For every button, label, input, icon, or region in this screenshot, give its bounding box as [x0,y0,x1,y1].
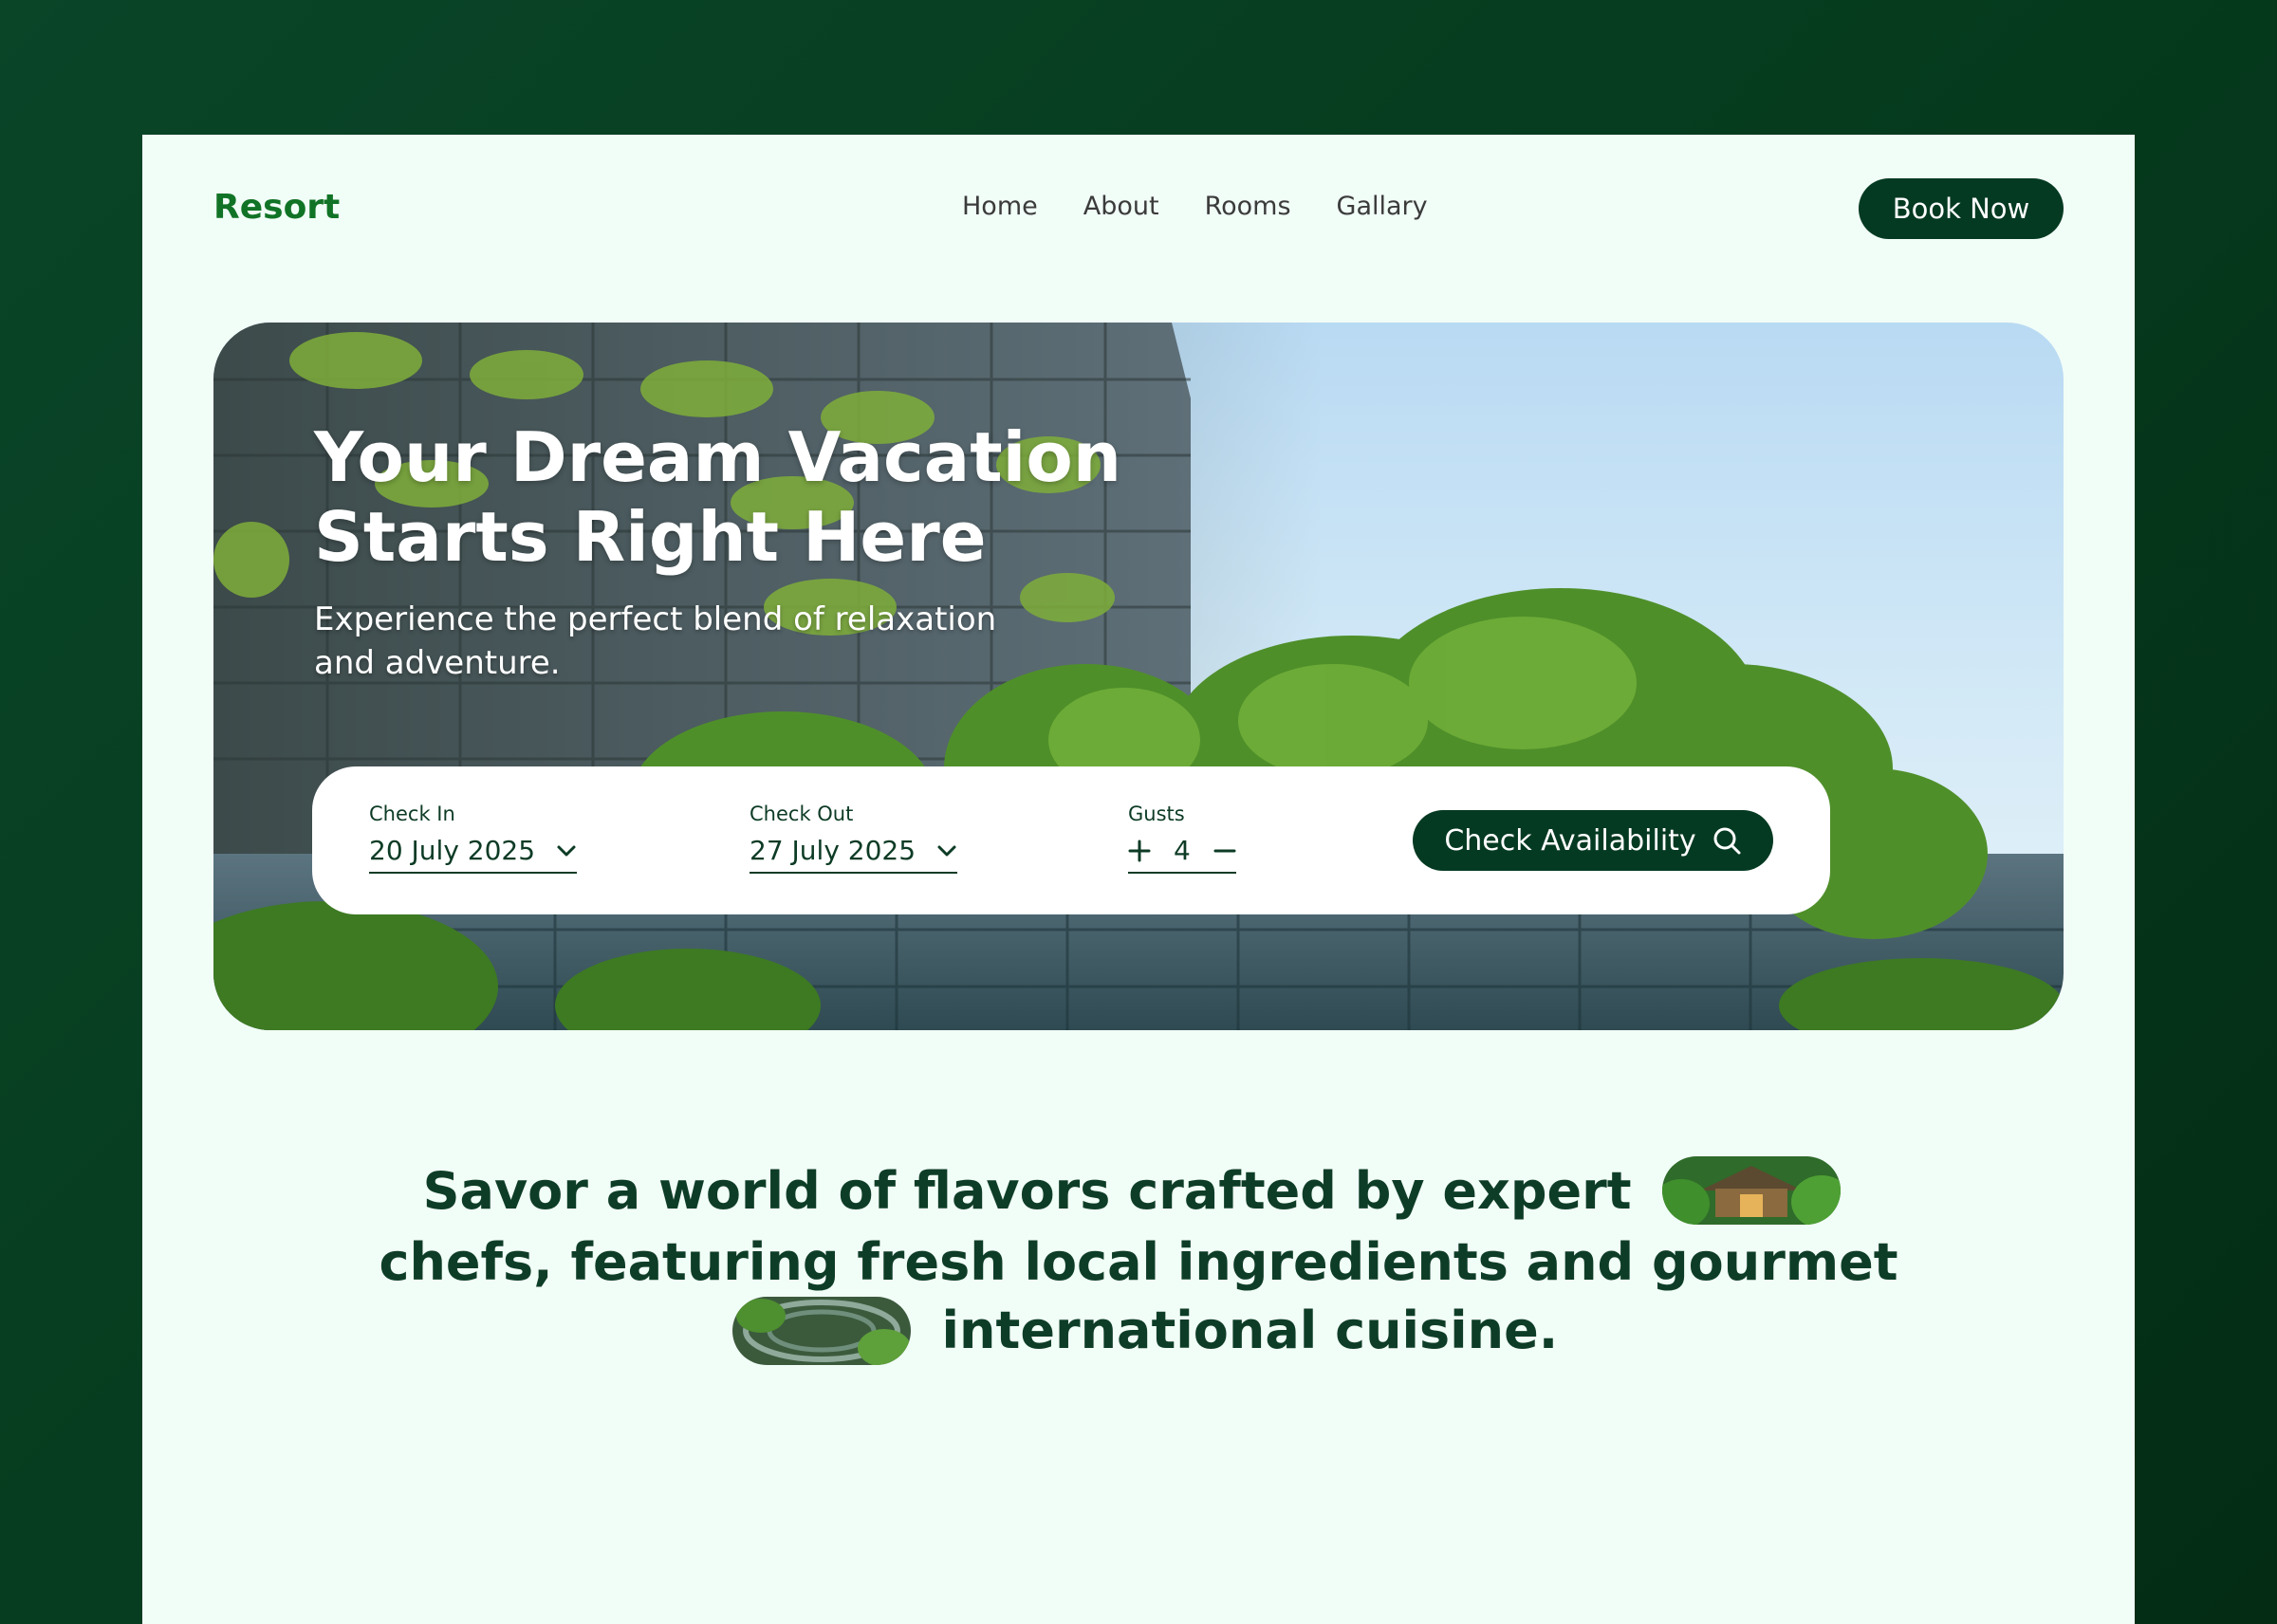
tagline-line-1: Savor a world of flavors crafted by expe… [142,1156,2135,1228]
main-nav: Home About Rooms Gallary [962,192,1428,221]
check-availability-button[interactable]: Check Availability [1413,810,1773,871]
nav-rooms[interactable]: Rooms [1205,192,1291,221]
tagline-text-3: international cuisine. [941,1301,1559,1361]
guests-value: 4 [1174,835,1191,866]
logo[interactable]: Resort [213,188,340,227]
minus-icon[interactable] [1213,840,1236,862]
check-out-field: Check Out 27 July 2025 [750,803,958,874]
tagline-line-3: international cuisine. [142,1296,2135,1368]
plus-icon[interactable] [1128,840,1151,862]
nav-home[interactable]: Home [962,192,1038,221]
chevron-down-icon [937,845,956,856]
check-out-select[interactable]: 27 July 2025 [750,835,958,874]
hero-banner: Your Dream Vacation Starts Right Here Ex… [213,323,2064,1030]
booking-bar: Check In 20 July 2025 Check Out 27 July … [312,766,1830,914]
garden-building-thumbnail [731,1296,911,1365]
book-now-button[interactable]: Book Now [1859,178,2064,239]
nav-about[interactable]: About [1083,192,1159,221]
check-in-field: Check In 20 July 2025 [369,803,578,874]
villa-thumbnail [1662,1156,1842,1226]
check-availability-label: Check Availability [1444,823,1696,858]
guests-label: Gusts [1128,803,1185,825]
search-icon [1713,827,1741,855]
guests-stepper: 4 [1128,835,1236,874]
nav-gallery[interactable]: Gallary [1337,192,1428,221]
page-frame: Resort Home About Rooms Gallary Book Now [142,135,2135,1624]
guests-field: Gusts 4 [1128,803,1236,874]
tagline-line-2: chefs, featuring fresh local ingredients… [379,1232,1898,1293]
check-in-label: Check In [369,803,455,825]
check-out-value: 27 July 2025 [750,835,916,866]
check-out-label: Check Out [750,803,854,825]
tagline: Savor a world of flavors crafted by expe… [142,1156,2135,1369]
check-in-select[interactable]: 20 July 2025 [369,835,578,874]
hero-title: Your Dream Vacation Starts Right Here [314,417,1122,577]
hero-subtitle: Experience the perfect blend of relaxati… [314,600,997,682]
check-in-value: 20 July 2025 [369,835,536,866]
chevron-down-icon [557,845,576,856]
tagline-text-1: Savor a world of flavors crafted by expe… [422,1161,1632,1221]
